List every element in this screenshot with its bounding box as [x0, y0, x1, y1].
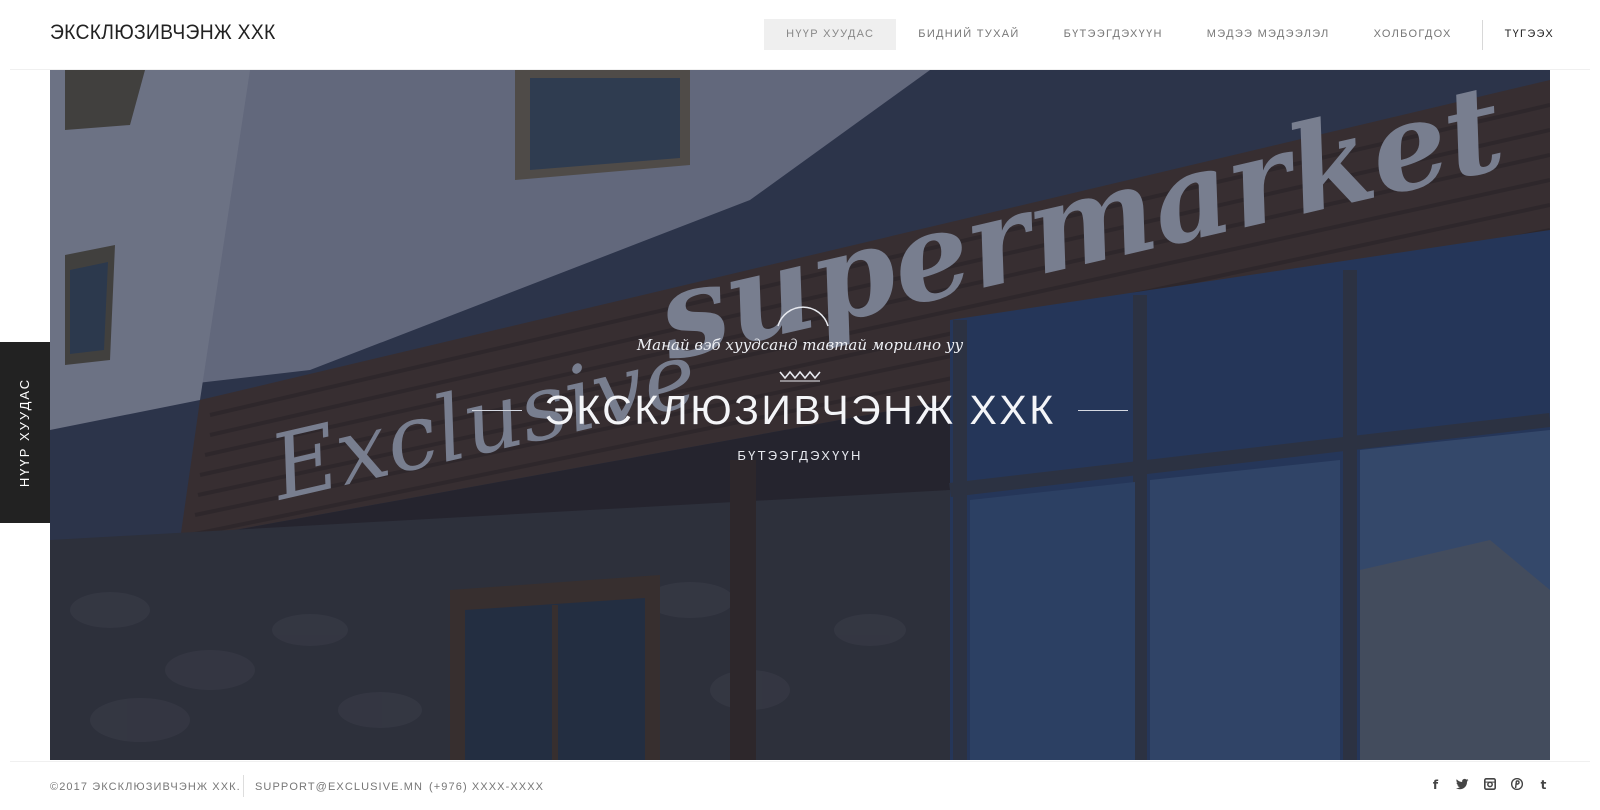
hero-banner: supermarket Exclusive Манай вэб хуудсанд… [50, 70, 1550, 760]
hero-products-link[interactable]: БҮТЭЭГДЭХҮҮН [50, 448, 1550, 463]
nav-item-home[interactable]: НҮҮР ХУУДАС [764, 19, 897, 50]
nav-item-about[interactable]: БИДНИЙ ТУХАЙ [896, 19, 1041, 50]
nav-item-exit[interactable]: ТҮГЭЭХ [1483, 19, 1554, 50]
social-links: f t [1429, 777, 1550, 792]
nav-item-contact[interactable]: ХОЛБОГДОХ [1352, 19, 1474, 50]
site-header: ЭКСКЛЮЗИВЧЭНЖ ХХК НҮҮР ХУУДАС БИДНИЙ ТУХ… [0, 0, 1600, 69]
nav-item-news[interactable]: МЭДЭЭ МЭДЭЭЛЭЛ [1185, 19, 1352, 50]
title-line-right [1077, 409, 1128, 411]
tumblr-icon[interactable]: t [1537, 778, 1550, 792]
wave-decoration-icon [779, 370, 821, 382]
title-line-left [472, 409, 523, 411]
phone-number: (+976) XXXX-XXXX [429, 781, 545, 793]
instagram-icon[interactable] [1483, 778, 1496, 792]
side-tab-label: НҮҮР ХУУДАС [17, 377, 33, 488]
support-email-link[interactable]: SUPPORT@EXCLUSIVE.MN [255, 781, 423, 793]
hero-welcome-text: Манай вэб хуудсанд тавтай морилно уу [636, 336, 964, 354]
site-logo[interactable]: ЭКСКЛЮЗИВЧЭНЖ ХХК [50, 21, 276, 45]
hero-title: ЭКСКЛЮЗИВЧЭНЖ ХХК [544, 387, 1056, 433]
twitter-icon[interactable] [1456, 778, 1469, 792]
arc-decoration-icon [777, 306, 829, 327]
hero-content: Манай вэб хуудсанд тавтай морилно уу ЭКС… [50, 70, 1550, 760]
nav-item-products[interactable]: БҮТЭЭГДЭХҮҮН [1042, 19, 1185, 50]
site-footer: ©2017 ЭКСКЛЮЗИВЧЭНЖ ХХК. SUPPORT@EXCLUSI… [0, 762, 1600, 810]
hero-title-row: ЭКСКЛЮЗИВЧЭНЖ ХХК [50, 386, 1550, 434]
side-tab-home[interactable]: НҮҮР ХУУДАС [0, 342, 50, 523]
pinterest-icon[interactable] [1510, 777, 1523, 792]
main-nav: НҮҮР ХУУДАС БИДНИЙ ТУХАЙ БҮТЭЭГДЭХҮҮН МЭ… [764, 19, 1554, 50]
copyright-text: ©2017 ЭКСКЛЮЗИВЧЭНЖ ХХК. [50, 781, 241, 793]
footer-separator [243, 775, 244, 797]
facebook-icon[interactable]: f [1429, 778, 1442, 792]
